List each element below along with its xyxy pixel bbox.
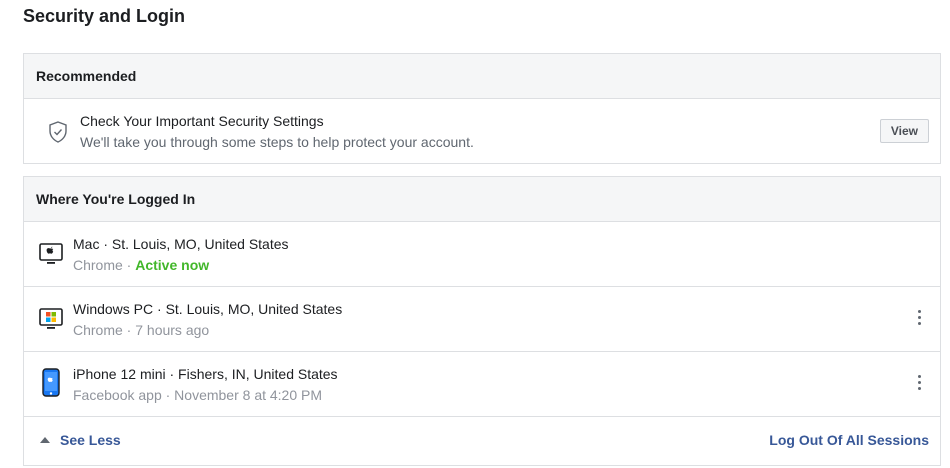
recommended-header: Recommended bbox=[24, 54, 940, 99]
security-checkup-subtitle: We'll take you through some steps to hel… bbox=[80, 134, 474, 150]
log-out-all-sessions-link[interactable]: Log Out Of All Sessions bbox=[769, 432, 929, 448]
recommended-card: Recommended Check Your Important Securit… bbox=[23, 53, 941, 164]
view-button[interactable]: View bbox=[879, 119, 929, 143]
session-device-title: iPhone 12 mini · Fishers, IN, United Sta… bbox=[73, 366, 338, 382]
mac-icon bbox=[39, 243, 63, 264]
see-less-label: See Less bbox=[60, 432, 121, 448]
session-row: iPhone 12 mini · Fishers, IN, United Sta… bbox=[24, 352, 940, 417]
windows-pc-icon bbox=[39, 308, 63, 329]
session-row: Windows PC · St. Louis, MO, United State… bbox=[24, 287, 940, 352]
session-app: Chrome · bbox=[73, 257, 136, 273]
see-less-link[interactable]: See Less bbox=[40, 432, 121, 448]
security-checkup-title: Check Your Important Security Settings bbox=[80, 113, 324, 129]
shield-check-icon bbox=[49, 121, 67, 143]
iphone-icon bbox=[42, 368, 60, 397]
session-device-title: Windows PC · St. Louis, MO, United State… bbox=[73, 301, 343, 317]
page-title: Security and Login bbox=[23, 6, 186, 26]
session-device-title: Mac · St. Louis, MO, United States bbox=[73, 236, 289, 252]
active-now-status: Active now bbox=[135, 257, 210, 273]
session-details: Chrome · Active now bbox=[73, 257, 209, 273]
sessions-footer: See Less Log Out Of All Sessions bbox=[24, 417, 940, 463]
security-checkup-row: Check Your Important Security Settings W… bbox=[24, 99, 940, 163]
session-row: Mac · St. Louis, MO, United States Chrom… bbox=[24, 222, 940, 287]
session-details: Facebook app · November 8 at 4:20 PM bbox=[73, 387, 323, 403]
sessions-header: Where You're Logged In bbox=[24, 177, 940, 222]
more-options-icon[interactable] bbox=[914, 375, 924, 395]
more-options-icon[interactable] bbox=[914, 310, 924, 330]
sessions-card: Where You're Logged In Mac · St. Louis, … bbox=[23, 176, 941, 466]
session-details: Chrome · 7 hours ago bbox=[73, 322, 210, 338]
caret-up-icon bbox=[40, 437, 50, 443]
